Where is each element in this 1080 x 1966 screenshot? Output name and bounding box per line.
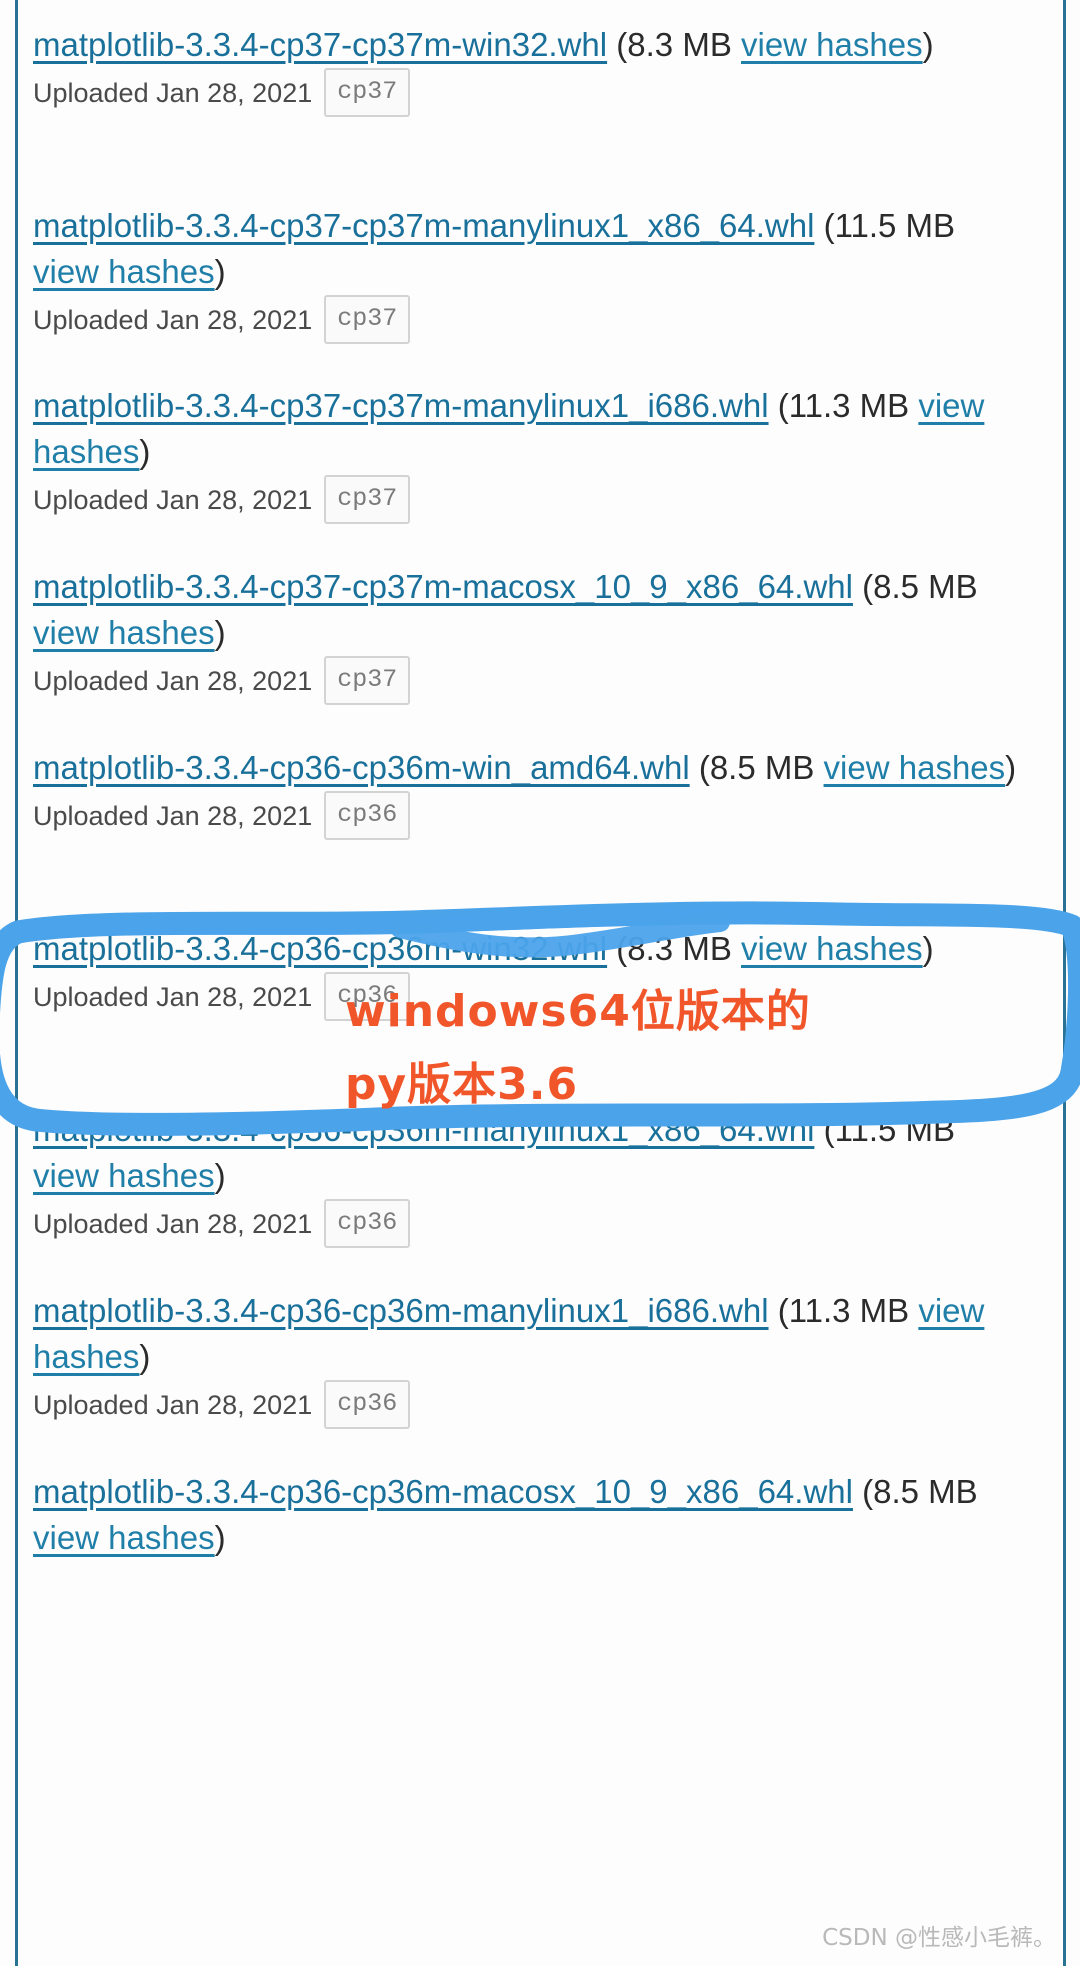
file-size: 8.5 MB	[709, 749, 815, 786]
open-paren: (	[823, 207, 835, 244]
page-left-rule	[15, 0, 18, 1966]
file-block: matplotlib-3.3.4-cp36-cp36m-manylinux1_i…	[33, 1288, 1028, 1429]
file-size: 11.3 MB	[788, 387, 910, 424]
view-hashes-link[interactable]: view hashes	[33, 1519, 215, 1556]
open-paren: (	[616, 930, 628, 967]
upload-date: Uploaded Jan 28, 2021	[33, 77, 313, 108]
upload-date: Uploaded Jan 28, 2021	[33, 304, 313, 335]
close-paren: )	[1005, 749, 1017, 786]
view-hashes-link[interactable]: view hashes	[741, 26, 923, 63]
file-size: 11.3 MB	[788, 1292, 910, 1329]
python-version-badge: cp37	[324, 295, 411, 344]
python-version-badge: cp36	[324, 972, 411, 1021]
open-paren: (	[616, 26, 628, 63]
file-size: 8.3 MB	[627, 930, 732, 967]
upload-meta-line: Uploaded Jan 28, 2021 cp37	[33, 475, 1028, 524]
wheel-download-link[interactable]: matplotlib-3.3.4-cp36-cp36m-win_amd64.wh…	[33, 749, 690, 786]
file-entry-line: matplotlib-3.3.4-cp37-cp37m-win32.whl (8…	[33, 22, 1028, 68]
view-hashes-link[interactable]: view hashes	[33, 253, 215, 290]
upload-meta-line: Uploaded Jan 28, 2021 cp37	[33, 68, 1028, 117]
file-entry-line: matplotlib-3.3.4-cp36-cp36m-macosx_10_9_…	[33, 1469, 1028, 1561]
wheel-download-link[interactable]: matplotlib-3.3.4-cp36-cp36m-manylinux1_i…	[33, 1292, 769, 1329]
view-hashes-link[interactable]: view hashes	[824, 749, 1006, 786]
upload-date: Uploaded Jan 28, 2021	[33, 665, 313, 696]
open-paren: (	[862, 568, 874, 605]
python-version-badge: cp37	[324, 656, 411, 705]
file-entry-line: matplotlib-3.3.4-cp36-cp36m-manylinux1_x…	[33, 1107, 1028, 1199]
upload-meta-line: Uploaded Jan 28, 2021 cp36	[33, 1380, 1028, 1429]
file-block: matplotlib-3.3.4-cp36-cp36m-win_amd64.wh…	[33, 745, 1028, 840]
upload-date: Uploaded Jan 28, 2021	[33, 484, 313, 515]
file-block: matplotlib-3.3.4-cp37-cp37m-manylinux1_i…	[33, 383, 1028, 524]
view-hashes-link[interactable]: view hashes	[33, 614, 215, 651]
file-list: matplotlib-3.3.4-cp37-cp37m-win32.whl (8…	[33, 0, 1033, 1966]
upload-date: Uploaded Jan 28, 2021	[33, 800, 313, 831]
file-entry-line: matplotlib-3.3.4-cp37-cp37m-manylinux1_i…	[33, 383, 1028, 475]
close-paren: )	[922, 26, 934, 63]
file-size: 11.5 MB	[834, 1111, 956, 1148]
file-size: 8.3 MB	[627, 26, 732, 63]
upload-date: Uploaded Jan 28, 2021	[33, 1208, 313, 1239]
wheel-download-link[interactable]: matplotlib-3.3.4-cp37-cp37m-macosx_10_9_…	[33, 568, 853, 605]
wheel-download-link[interactable]: matplotlib-3.3.4-cp36-cp36m-macosx_10_9_…	[33, 1473, 853, 1510]
view-hashes-link[interactable]: view hashes	[741, 930, 923, 967]
file-entry-line: matplotlib-3.3.4-cp36-cp36m-win_amd64.wh…	[33, 745, 1028, 791]
csdn-watermark: CSDN @性感小毛裤。	[822, 1925, 1056, 1951]
close-paren: )	[139, 1338, 151, 1375]
wheel-download-link[interactable]: matplotlib-3.3.4-cp37-cp37m-win32.whl	[33, 26, 607, 63]
wheel-download-link[interactable]: matplotlib-3.3.4-cp37-cp37m-manylinux1_i…	[33, 387, 769, 424]
python-version-badge: cp37	[324, 475, 411, 524]
file-size: 8.5 MB	[873, 1473, 978, 1510]
file-block: matplotlib-3.3.4-cp37-cp37m-win32.whl (8…	[33, 22, 1028, 117]
open-paren: (	[777, 1292, 789, 1329]
open-paren: (	[862, 1473, 874, 1510]
view-hashes-link[interactable]: view hashes	[33, 1157, 215, 1194]
close-paren: )	[214, 253, 226, 290]
file-size: 8.5 MB	[873, 568, 978, 605]
close-paren: )	[214, 1157, 226, 1194]
close-paren: )	[214, 1519, 226, 1556]
python-version-badge: cp37	[324, 68, 411, 117]
page-right-rule	[1063, 0, 1066, 1966]
file-size: 11.5 MB	[834, 207, 956, 244]
upload-meta-line: Uploaded Jan 28, 2021 cp36	[33, 1199, 1028, 1248]
python-version-badge: cp36	[324, 1199, 411, 1248]
upload-meta-line: Uploaded Jan 28, 2021 cp36	[33, 791, 1028, 840]
wheel-download-link[interactable]: matplotlib-3.3.4-cp36-cp36m-win32.whl	[33, 930, 607, 967]
pypi-download-files-page: matplotlib-3.3.4-cp37-cp37m-win32.whl (8…	[0, 0, 1080, 1966]
open-paren: (	[777, 387, 789, 424]
wheel-download-link[interactable]: matplotlib-3.3.4-cp36-cp36m-manylinux1_x…	[33, 1111, 814, 1148]
upload-meta-line: Uploaded Jan 28, 2021 cp37	[33, 656, 1028, 705]
upload-date: Uploaded Jan 28, 2021	[33, 981, 313, 1012]
file-block: matplotlib-3.3.4-cp36-cp36m-macosx_10_9_…	[33, 1469, 1028, 1561]
close-paren: )	[922, 930, 934, 967]
file-entry-line: matplotlib-3.3.4-cp36-cp36m-manylinux1_i…	[33, 1288, 1028, 1380]
python-version-badge: cp36	[324, 1380, 411, 1429]
file-entry-line: matplotlib-3.3.4-cp37-cp37m-manylinux1_x…	[33, 203, 1028, 295]
upload-date: Uploaded Jan 28, 2021	[33, 1389, 313, 1420]
python-version-badge: cp36	[324, 791, 411, 840]
file-block: matplotlib-3.3.4-cp37-cp37m-manylinux1_x…	[33, 203, 1028, 344]
file-entry-line: matplotlib-3.3.4-cp36-cp36m-win32.whl (8…	[33, 926, 1028, 972]
file-block: matplotlib-3.3.4-cp36-cp36m-manylinux1_x…	[33, 1107, 1028, 1248]
file-block: matplotlib-3.3.4-cp36-cp36m-win32.whl (8…	[33, 926, 1028, 1021]
file-block: matplotlib-3.3.4-cp37-cp37m-macosx_10_9_…	[33, 564, 1028, 705]
open-paren: (	[823, 1111, 835, 1148]
open-paren: (	[698, 749, 710, 786]
file-entry-line: matplotlib-3.3.4-cp37-cp37m-macosx_10_9_…	[33, 564, 1028, 656]
close-paren: )	[139, 433, 151, 470]
close-paren: )	[214, 614, 226, 651]
upload-meta-line: Uploaded Jan 28, 2021 cp37	[33, 295, 1028, 344]
upload-meta-line: Uploaded Jan 28, 2021 cp36	[33, 972, 1028, 1021]
wheel-download-link[interactable]: matplotlib-3.3.4-cp37-cp37m-manylinux1_x…	[33, 207, 814, 244]
